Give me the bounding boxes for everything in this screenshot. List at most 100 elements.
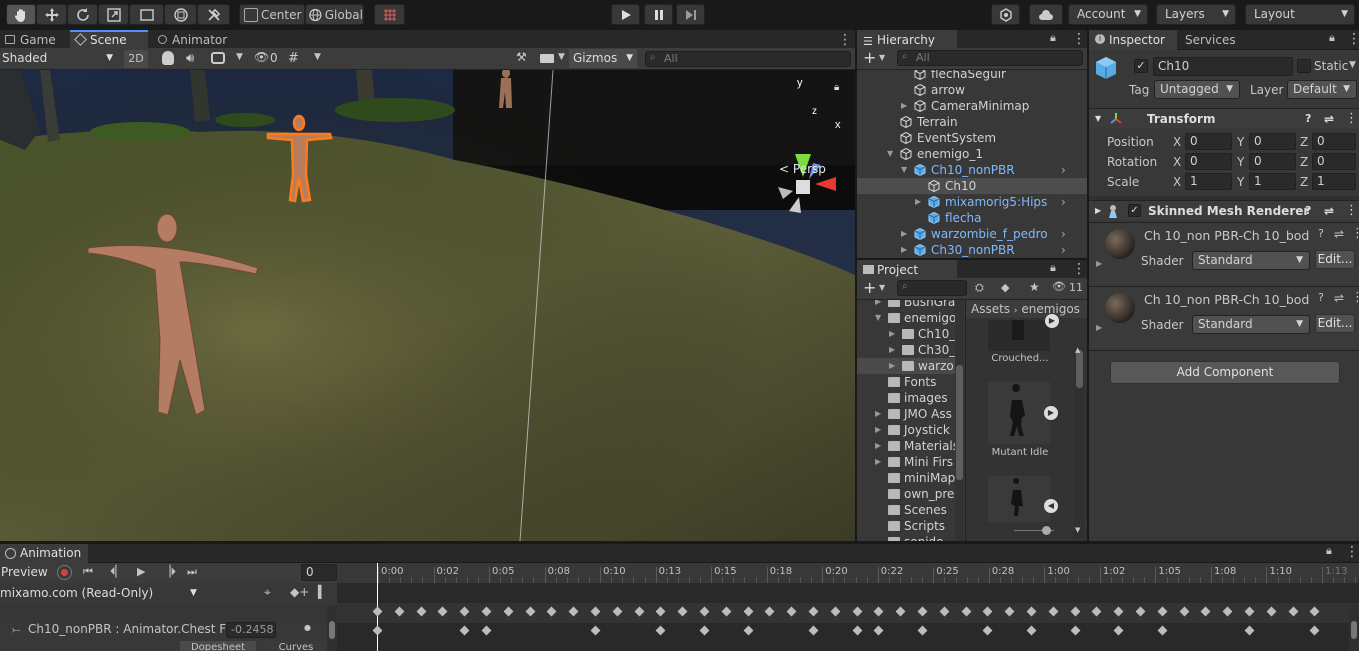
material-sphere-icon[interactable]: [1105, 293, 1135, 323]
project-folder-item[interactable]: ▶ Materials: [857, 438, 959, 454]
grid-icon[interactable]: #: [288, 51, 299, 66]
frame-field[interactable]: 0: [301, 564, 337, 581]
layout-dropdown[interactable]: Layout ▼: [1245, 4, 1355, 25]
project-folder-item[interactable]: images: [857, 390, 955, 406]
kebab-menu-icon[interactable]: ⋮: [1347, 31, 1359, 47]
kebab-menu-icon[interactable]: ⋮: [1345, 544, 1359, 560]
grid-snap-button[interactable]: [374, 4, 405, 25]
caret-down-icon[interactable]: ▼: [879, 53, 885, 62]
edit-shader-button[interactable]: Edit...: [1315, 250, 1355, 269]
tab-curves[interactable]: Curves: [258, 641, 334, 651]
lock-icon[interactable]: 🔒︎: [1326, 544, 1332, 558]
rotate-tool-button[interactable]: [67, 4, 98, 25]
audio-icon[interactable]: 🔊︎: [186, 51, 194, 66]
clip-dropdown[interactable]: mixamo.com (Read-Only) ▼: [0, 583, 202, 605]
project-folder-item[interactable]: Fonts: [857, 374, 955, 390]
project-search-input[interactable]: ⌕: [897, 280, 967, 296]
animated-property-row[interactable]: ⤚ Ch10_nonPBR : Animator.Chest Fro: [0, 621, 330, 638]
open-prefab-chevron-icon[interactable]: ›: [1061, 162, 1066, 178]
hierarchy-item[interactable]: ▼ Ch10_nonPBR ›: [857, 162, 1087, 178]
add-event-icon[interactable]: ◆+: [290, 585, 309, 599]
expand-arrow-icon[interactable]: ▶: [875, 438, 881, 454]
layers-dropdown[interactable]: Layers ▼: [1156, 4, 1236, 25]
scale-tool-button[interactable]: [98, 4, 129, 25]
shading-mode-dropdown[interactable]: Shaded ▼: [0, 49, 117, 68]
pivot-center-toggle[interactable]: Center: [239, 4, 305, 25]
keyframe-marker[interactable]: [459, 625, 470, 636]
expand-arrow-icon[interactable]: ▶: [875, 422, 881, 438]
kebab-menu-icon[interactable]: ⋮: [1351, 226, 1359, 241]
axis-label[interactable]: Z: [1300, 175, 1308, 189]
tab-animator[interactable]: Animator: [152, 30, 232, 50]
skinned-mesh-enabled-checkbox[interactable]: ✓: [1128, 204, 1141, 217]
event-marker-icon[interactable]: ▍: [318, 585, 327, 599]
step-button[interactable]: [676, 4, 705, 25]
help-icon[interactable]: ?: [1318, 227, 1324, 240]
preset-icon[interactable]: ⇌: [1324, 201, 1334, 221]
lock-icon[interactable]: 🔒︎: [1050, 261, 1056, 275]
preset-icon[interactable]: ⇌: [1324, 109, 1334, 129]
project-folder-item[interactable]: ▶ warzo: [857, 358, 955, 374]
custom-tools-button[interactable]: [197, 4, 230, 25]
keyframe-marker[interactable]: [590, 625, 601, 636]
tab-animation[interactable]: Animation: [0, 544, 88, 563]
zoom-slider-handle[interactable]: [1042, 526, 1051, 535]
2d-toggle[interactable]: 2D: [124, 50, 148, 68]
lock-icon[interactable]: 🔒︎: [1050, 31, 1056, 45]
axis-label[interactable]: Z: [1300, 135, 1308, 149]
caret-down-icon[interactable]: ▼: [1349, 60, 1356, 70]
tab-game[interactable]: Game: [0, 30, 70, 50]
timeline-ruler[interactable]: 0:00 0:02 0:05 0:08 0:10 0:13 0:15 0:18 0:20 0:22…: [337, 563, 1359, 583]
preset-icon[interactable]: ⇌: [1334, 291, 1344, 305]
hierarchy-search-input[interactable]: ⌕ All: [897, 50, 1083, 66]
keyframe-marker[interactable]: [743, 625, 754, 636]
tag-dropdown[interactable]: Untagged ▼: [1154, 80, 1240, 99]
label-icon[interactable]: ◆: [1001, 281, 1009, 294]
transform-y-field[interactable]: 0: [1249, 153, 1296, 170]
project-folder-item[interactable]: ▶ Joystick: [857, 422, 955, 438]
transform-x-field[interactable]: 0: [1185, 133, 1232, 150]
axis-label[interactable]: X: [1173, 155, 1181, 169]
open-prefab-chevron-icon[interactable]: ›: [1061, 194, 1066, 210]
hierarchy-item[interactable]: Terrain: [857, 114, 1087, 130]
projection-toggle[interactable]: < Persp: [779, 162, 826, 176]
property-value-field[interactable]: -0.2458: [226, 622, 276, 638]
edit-shader-button[interactable]: Edit...: [1315, 314, 1355, 333]
transform-z-field[interactable]: 0: [1312, 153, 1356, 170]
project-folder-item[interactable]: ▶ Ch30_: [857, 342, 955, 358]
expand-arrow-icon[interactable]: ▶: [901, 242, 907, 258]
play-icon[interactable]: ▶: [137, 565, 145, 578]
collab-button[interactable]: [991, 4, 1020, 25]
gizmos-dropdown[interactable]: Gizmos ▼: [569, 49, 637, 68]
keyframe-marker[interactable]: [1026, 625, 1037, 636]
hierarchy-item[interactable]: Ch10: [857, 178, 1087, 194]
asset-thumb-crouched[interactable]: [988, 320, 1050, 351]
axis-label[interactable]: Y: [1237, 175, 1244, 189]
hierarchy-scrollbar[interactable]: [1071, 70, 1083, 258]
project-folder-item[interactable]: Scenes: [857, 502, 955, 518]
kebab-menu-icon[interactable]: ⋮: [1072, 261, 1086, 277]
hierarchy-item[interactable]: EventSystem: [857, 130, 1087, 146]
rect-tool-button[interactable]: [129, 4, 164, 25]
material-name[interactable]: Ch 10_non PBR-Ch 10_bod: [1144, 228, 1309, 243]
tab-scene[interactable]: Scene: [70, 30, 148, 50]
camera-icon[interactable]: [540, 54, 554, 63]
keyframe-marker[interactable]: [1113, 625, 1124, 636]
preview-toggle[interactable]: Preview: [1, 565, 48, 579]
material-name[interactable]: Ch 10_non PBR-Ch 10_bod: [1144, 292, 1309, 307]
next-keyframe-icon[interactable]: ▕⏵︎: [162, 565, 176, 579]
folder-tree-scrollbar[interactable]: [955, 300, 964, 541]
prev-keyframe-icon[interactable]: ⏴︎▏: [110, 565, 124, 579]
active-checkbox[interactable]: ✓: [1134, 59, 1148, 73]
keyframe-marker[interactable]: [917, 625, 928, 636]
open-prefab-chevron-icon[interactable]: ›: [1061, 242, 1066, 258]
keyframe-marker[interactable]: [1070, 625, 1081, 636]
help-icon[interactable]: ?: [1318, 291, 1324, 304]
transform-tool-button[interactable]: [164, 4, 197, 25]
keyframe-marker[interactable]: [808, 625, 819, 636]
tab-hierarchy[interactable]: ☰ Hierarchy: [857, 30, 957, 50]
cloud-button[interactable]: [1029, 4, 1063, 25]
breadcrumb-assets[interactable]: Assets: [971, 302, 1010, 316]
kebab-menu-icon[interactable]: ⋮: [1072, 31, 1086, 47]
play-preview-icon[interactable]: ▶: [1044, 406, 1058, 420]
